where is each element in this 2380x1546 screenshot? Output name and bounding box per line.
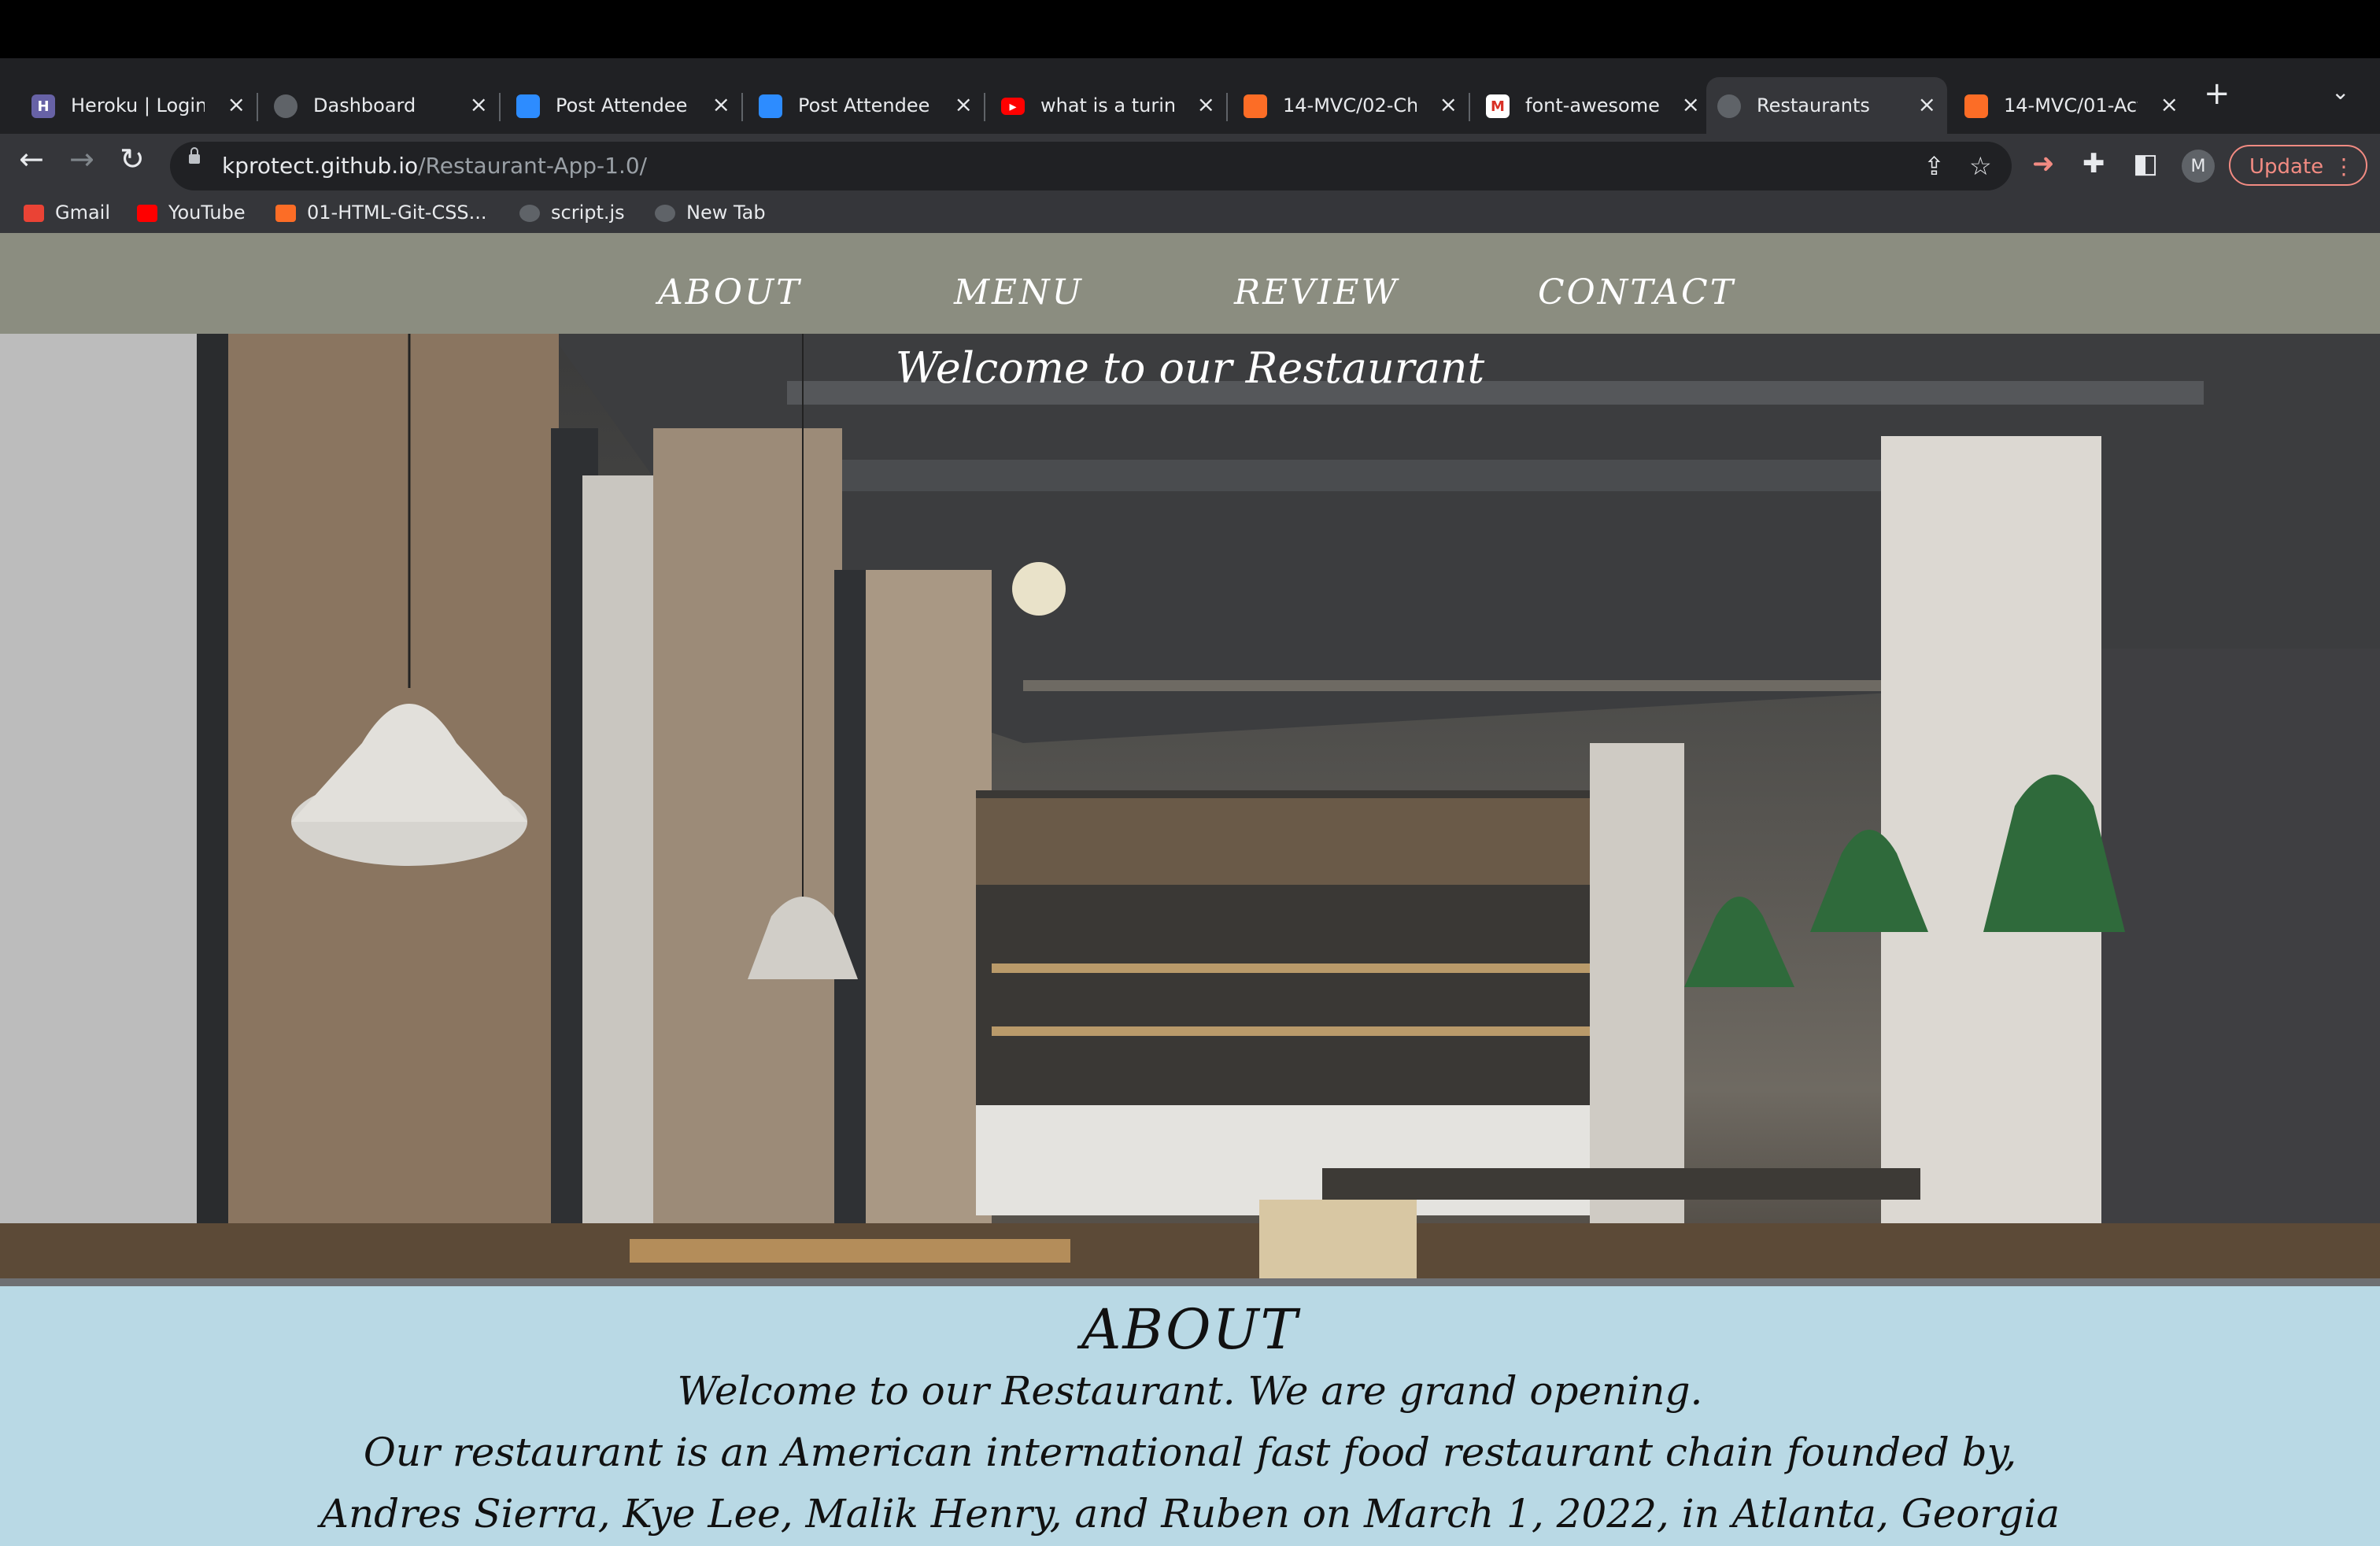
forward-icon[interactable]: → <box>69 142 94 176</box>
youtube-icon <box>137 205 157 222</box>
tab-restaurants[interactable]: Restaurants × <box>1706 77 1947 134</box>
tab-strip: H Heroku | Login × Dashboard | Boo × Pos… <box>0 58 2380 134</box>
address-bar[interactable]: kprotect.github.io/Restaurant-App-1.0/ ⇪… <box>170 142 2012 190</box>
globe-icon <box>274 94 298 118</box>
close-icon[interactable]: × <box>470 91 488 117</box>
about-line: Andres Sierra, Kye Lee, Malik Henry, and… <box>320 1491 2060 1537</box>
close-icon[interactable]: × <box>1918 91 1936 117</box>
lock-icon <box>189 147 200 164</box>
tab-mvc-02[interactable]: 14-MVC/02-Cha × <box>1232 77 1470 134</box>
new-tab-icon[interactable]: + <box>2204 76 2230 112</box>
bookmark-gmail[interactable]: Gmail <box>24 202 110 224</box>
nav-link-review[interactable]: REVIEW <box>1234 272 1399 313</box>
close-icon[interactable]: × <box>955 91 973 117</box>
gmail-icon: M <box>1486 94 1510 118</box>
nav-link-menu[interactable]: MENU <box>954 272 1084 313</box>
tab-font-awesome[interactable]: M font-awesome - × <box>1475 77 1713 134</box>
tab-label: Heroku | Login <box>71 94 205 117</box>
tab-label: Dashboard | Boo <box>313 94 423 117</box>
bookmark-script-js[interactable]: script.js <box>519 202 625 224</box>
tab-label: font-awesome - <box>1525 94 1659 117</box>
tab-label: what is a turing <box>1040 94 1174 117</box>
close-icon[interactable]: × <box>227 91 246 117</box>
tab-dashboard[interactable]: Dashboard | Boo × <box>263 77 501 134</box>
zoom-icon <box>516 94 540 118</box>
tab-label: Post Attendee - <box>556 94 689 117</box>
tab-post-attendee-1[interactable]: Post Attendee - × <box>505 77 743 134</box>
extension-icon[interactable]: ➜ <box>2032 148 2055 179</box>
gitlab-icon <box>1244 94 1267 118</box>
close-icon[interactable]: × <box>1197 91 1215 117</box>
bookmark-html-git-css[interactable]: 01-HTML-Git-CSS... <box>275 202 487 224</box>
tab-label: Restaurants <box>1757 94 1870 117</box>
restaurant-interior-photo <box>0 334 2380 1278</box>
globe-icon <box>655 205 675 222</box>
site-navbar: ABOUT MENU REVIEW CONTACT <box>0 233 2380 334</box>
gitlab-icon <box>275 205 296 222</box>
chevron-down-icon[interactable]: ⌄ <box>2331 79 2349 105</box>
tab-label: 14-MVC/01-Act <box>2004 94 2138 117</box>
bookmark-youtube[interactable]: YouTube <box>137 202 246 224</box>
heroku-icon: H <box>31 94 55 118</box>
about-heading: ABOUT <box>1081 1297 1299 1362</box>
close-icon[interactable]: × <box>712 91 730 117</box>
tab-mvc-01[interactable]: 14-MVC/01-Act × <box>1953 77 2190 134</box>
gitlab-icon <box>1964 94 1988 118</box>
close-icon[interactable]: × <box>1439 91 1458 117</box>
tab-turing[interactable]: ▸ what is a turing × <box>990 77 1228 134</box>
globe-icon <box>1717 94 1741 118</box>
about-line: Welcome to our Restaurant. We are grand … <box>677 1368 1703 1414</box>
avatar[interactable]: M <box>2182 150 2215 183</box>
reload-icon[interactable]: ↻ <box>120 142 145 176</box>
share-icon[interactable]: ⇪ <box>1924 151 1945 181</box>
about-line: Our restaurant is an American internatio… <box>363 1429 2017 1475</box>
tab-label: Post Attendee - <box>798 94 932 117</box>
puzzle-icon[interactable]: ✚ <box>2082 148 2105 179</box>
close-icon[interactable]: × <box>1682 91 1700 117</box>
back-icon[interactable]: ← <box>19 142 44 176</box>
nav-link-contact[interactable]: CONTACT <box>1538 272 1735 313</box>
bookmark-new-tab[interactable]: New Tab <box>655 202 766 224</box>
browser-toolbar: ← → ↻ kprotect.github.io/Restaurant-App-… <box>0 134 2380 198</box>
zoom-icon <box>759 94 782 118</box>
gmail-icon <box>24 205 44 222</box>
side-panel-icon[interactable]: ◧ <box>2133 148 2158 179</box>
screen-top-bar <box>0 0 2380 58</box>
more-icon[interactable]: ⋮ <box>2333 146 2355 187</box>
youtube-icon: ▸ <box>1001 98 1025 115</box>
about-section: ABOUT Welcome to our Restaurant. We are … <box>0 1286 2380 1546</box>
tab-heroku-login[interactable]: H Heroku | Login × <box>20 77 258 134</box>
tab-label: 14-MVC/02-Cha <box>1283 94 1417 117</box>
url-text[interactable]: kprotect.github.io/Restaurant-App-1.0/ <box>222 153 647 179</box>
star-icon[interactable]: ☆ <box>1969 151 1992 181</box>
nav-link-about[interactable]: ABOUT <box>658 272 801 313</box>
update-button[interactable]: Update ⋮ <box>2229 145 2367 186</box>
bookmarks-bar: Gmail YouTube 01-HTML-Git-CSS... script.… <box>0 198 2380 233</box>
globe-icon <box>519 205 540 222</box>
tab-post-attendee-2[interactable]: Post Attendee - × <box>748 77 985 134</box>
hero-image: Welcome to our Restaurant <box>0 334 2380 1278</box>
section-divider <box>0 1278 2380 1286</box>
close-icon[interactable]: × <box>2160 91 2179 117</box>
hero-title: Welcome to our Restaurant <box>895 343 1485 393</box>
